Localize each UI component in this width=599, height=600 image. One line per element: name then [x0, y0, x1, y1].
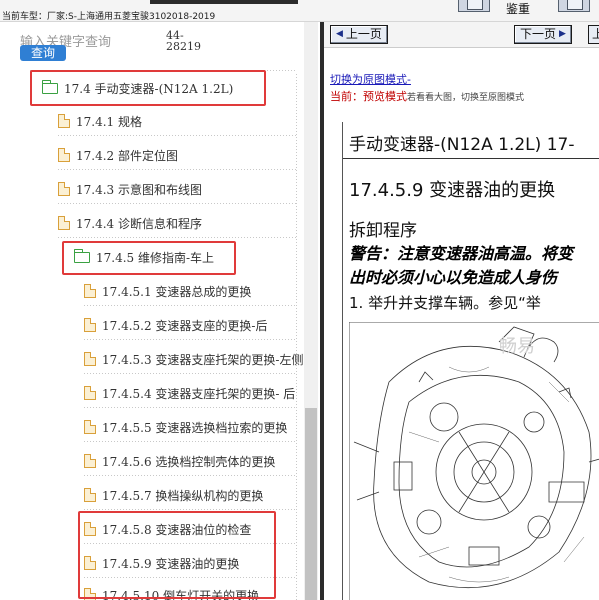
tree-node-17-4-5-2[interactable]: 17.4.5.2 变速器支座的更换-后: [84, 315, 268, 335]
app-window: 当前车型：厂家:S-上海通用五菱宝骏3102018-2019 鉴重 输入关键字查…: [0, 0, 599, 600]
document-icon: [84, 284, 96, 298]
tree-node-label: 17.4.5.1 变速器总成的更换: [102, 284, 252, 299]
top-bar: 当前车型：厂家:S-上海通用五菱宝骏3102018-2019 鉴重: [0, 0, 599, 22]
tree-row-divider: [58, 237, 296, 238]
tree-node-label: 17.4.5.2 变速器支座的更换-后: [102, 318, 268, 333]
tree-scrollbar-thumb[interactable]: [305, 408, 317, 600]
mode-status: 当前：预览模式若看看大图，切换至原图模式: [330, 88, 524, 104]
viewer-nav-bar: ◀ 上一页 下一页 ▶ 上: [324, 22, 599, 48]
document-icon: [84, 454, 96, 468]
tree-node-label: 17.4.5.5 变速器选换档拉索的更换: [102, 420, 288, 435]
document-icon: [84, 488, 96, 502]
tree-node-label: 17.4.2 部件定位图: [76, 148, 178, 163]
tree-row-divider: [84, 373, 296, 374]
triangle-left-icon: ◀: [336, 29, 343, 39]
toolbar-label: 鉴重: [506, 2, 531, 16]
document-icon: [58, 182, 70, 196]
tree-node-17-4-5-1[interactable]: 17.4.5.1 变速器总成的更换: [84, 281, 251, 301]
search-button[interactable]: 查询: [20, 45, 66, 61]
catalog-tree-panel: 输入关键字查询 查询 44- 28219 17.4 手动变速器-(N12A 1.…: [0, 22, 318, 600]
highlight-box: [30, 70, 266, 106]
document-viewer: ◀ 上一页 下一页 ▶ 上 切换为原图模式- 当前：预览模式若看看大图，切换至原…: [320, 22, 599, 600]
tree-row-divider: [84, 509, 296, 510]
tree-node-label: 17.4.5.7 换档操纵机构的更换: [102, 488, 264, 503]
document-icon: [58, 216, 70, 230]
document-icon: [84, 352, 96, 366]
toolbar-image-button[interactable]: [458, 0, 490, 12]
step-1: 1. 举升并支撑车辆。参见“举: [349, 294, 541, 312]
tree-row-divider: [84, 441, 296, 442]
mode-description: 若看看大图，切换至原图模式: [407, 93, 525, 103]
document-icon: [84, 420, 96, 434]
toolbar-window-button[interactable]: [558, 0, 590, 12]
tree-node-17-4-1[interactable]: 17.4.1 规格: [58, 111, 142, 131]
current-vehicle-info: 当前车型：厂家:S-上海通用五菱宝骏3102018-2019: [2, 12, 216, 22]
tree-node-17-4-5-6[interactable]: 17.4.5.6 选换档控制壳体的更换: [84, 451, 275, 471]
tree-node-label: 17.4.5.3 变速器支座托架的更换-左侧: [102, 352, 304, 367]
mode-value: 预览模式: [363, 90, 407, 103]
switch-to-original-link[interactable]: 切换为原图模式-: [330, 71, 411, 87]
document-icon: [58, 148, 70, 162]
watermark: 畅易: [499, 336, 535, 357]
tree-node-17-4-2[interactable]: 17.4.2 部件定位图: [58, 145, 178, 165]
highlight-box: [78, 511, 276, 599]
document-icon: [58, 114, 70, 128]
tree-node-17-4-4[interactable]: 17.4.4 诊断信息和程序: [58, 213, 202, 233]
prev-page-button[interactable]: ◀ 上一页: [330, 25, 388, 44]
tree-node-17-4-3[interactable]: 17.4.3 示意图和布线图: [58, 179, 202, 199]
warning-line-2: 出时必须小心以免造成人身伤: [349, 268, 558, 287]
search-code: 44- 28219: [166, 30, 201, 52]
highlight-box: [62, 241, 236, 275]
tree-row-divider: [84, 305, 296, 306]
tree-node-label: 17.4.5.4 变速器支座托架的更换- 后: [102, 386, 296, 401]
document-title: 17.4.5.9 变速器油的更换: [349, 180, 556, 201]
top-divider: [150, 0, 298, 4]
prev-page-label: 上一页: [345, 27, 382, 41]
triangle-right-icon: ▶: [559, 29, 566, 39]
tree-row-divider: [84, 407, 296, 408]
viewer-extra-button[interactable]: 上: [588, 25, 599, 44]
tree-node-label: 17.4.5.6 选换档控制壳体的更换: [102, 454, 276, 469]
tree-node-label: 17.4.4 诊断信息和程序: [76, 216, 202, 231]
tree-row-divider: [58, 135, 296, 136]
tree-node-label: 17.4.1 规格: [76, 114, 142, 129]
tree-row-divider: [58, 169, 296, 170]
tree-node-17-4-5-5[interactable]: 17.4.5.5 变速器选换档拉索的更换: [84, 417, 287, 437]
tree-node-17-4-5-7[interactable]: 17.4.5.7 换档操纵机构的更换: [84, 485, 263, 505]
document-header: 手动变速器-(N12A 1.2L) 17-: [349, 135, 575, 155]
document-icon: [84, 386, 96, 400]
warning-line-1: 警告：注意变速器油高温。将变: [349, 244, 574, 263]
tree-row-divider: [84, 339, 296, 340]
tree-node-17-4-5-4[interactable]: 17.4.5.4 变速器支座托架的更换- 后: [84, 383, 295, 403]
next-page-button[interactable]: 下一页 ▶: [514, 25, 572, 44]
transmission-diagram: 畅易: [349, 322, 599, 600]
search-code-line2: 28219: [166, 40, 201, 53]
document-icon: [84, 318, 96, 332]
document-subtitle: 拆卸程序: [349, 221, 417, 241]
tree-node-label: 17.4.3 示意图和布线图: [76, 182, 202, 197]
tree-row-divider: [58, 203, 296, 204]
tree-guide: [296, 74, 297, 600]
header-rule: [343, 158, 599, 159]
tree-node-17-4-5-3[interactable]: 17.4.5.3 变速器支座托架的更换-左侧: [84, 349, 304, 369]
mode-key: 当前：: [330, 90, 363, 103]
tree-row-divider: [84, 475, 296, 476]
document-page: 手动变速器-(N12A 1.2L) 17- 17.4.5.9 变速器油的更换 拆…: [342, 122, 599, 600]
next-page-label: 下一页: [520, 27, 557, 41]
